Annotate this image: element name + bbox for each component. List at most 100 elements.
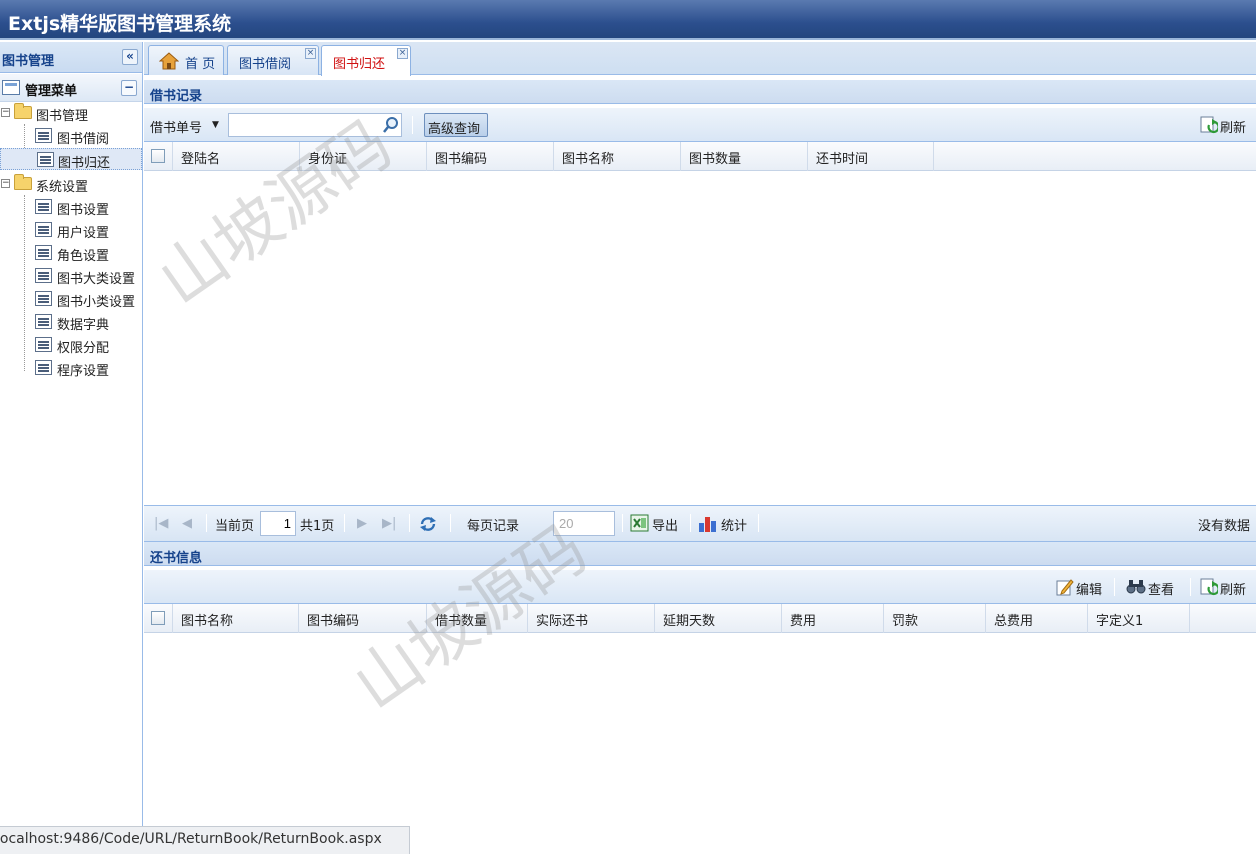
document-icon [37, 152, 54, 167]
document-icon [35, 222, 52, 237]
document-icon [35, 128, 52, 143]
refresh-button[interactable]: 刷新 [1198, 113, 1254, 137]
page-size-label: 每页记录 [467, 519, 520, 534]
tree-expander-icon[interactable]: − [1, 108, 10, 117]
column-header[interactable]: 借书数量 [427, 604, 528, 633]
previous-page-icon[interactable]: ◀ [182, 516, 192, 531]
column-header[interactable]: 实际还书 [528, 604, 655, 633]
borrow-number-search-input[interactable] [228, 113, 402, 137]
tree-item-program-settings[interactable]: 程序设置 [0, 357, 142, 379]
tree-expander-icon[interactable]: − [1, 179, 10, 188]
app-title: Extjs精华版图书管理系统 [8, 13, 232, 35]
window-icon [2, 80, 20, 95]
borrow-records-toolbar: 借书单号 ▼ 高级查询 刷新 [144, 108, 1256, 142]
borrow-records-title: 借书记录 [150, 89, 203, 104]
borrow-records-grid-body[interactable] [144, 171, 1256, 505]
close-icon[interactable]: × [397, 48, 408, 59]
close-icon[interactable]: × [305, 48, 316, 59]
column-header[interactable]: 总费用 [986, 604, 1088, 633]
column-header-label: 图书名称 [181, 614, 234, 629]
column-header-label: 图书数量 [689, 152, 742, 167]
column-header[interactable]: 登陆名 [173, 142, 300, 171]
app-window: Extjs精华版图书管理系统 图书管理 « 管理菜单 − − 图书管理 图书借阅… [0, 0, 1256, 854]
tree-node-label: 系统设置 [36, 180, 89, 195]
refresh-icon [1200, 578, 1218, 596]
tree-item-dictionary[interactable]: 数据字典 [0, 311, 142, 333]
column-header-label: 总费用 [994, 614, 1034, 629]
collapse-panel-button[interactable]: « [122, 49, 138, 65]
tree-item-label: 图书借阅 [57, 132, 110, 147]
toolbar-separator [1114, 578, 1115, 596]
advanced-search-button[interactable]: 高级查询 [424, 113, 488, 137]
dropdown-arrow-icon[interactable]: ▼ [212, 120, 219, 130]
tree-node-book-management[interactable]: − 图书管理 [0, 102, 142, 124]
first-page-icon[interactable]: |◀ [154, 516, 168, 531]
tree-node-system-settings[interactable]: − 系统设置 [0, 173, 142, 195]
statistics-button[interactable]: 统计 [698, 511, 752, 535]
total-pages-label: 共1页 [300, 519, 335, 534]
tree-item-book-settings[interactable]: 图书设置 [0, 196, 142, 218]
tab-book-borrow[interactable]: 图书借阅 × [227, 45, 319, 75]
tree-item-minor-category[interactable]: 图书小类设置 [0, 288, 142, 310]
folder-icon [14, 103, 32, 119]
column-header[interactable]: 图书名称 [554, 142, 681, 171]
app-header: Extjs精华版图书管理系统 [0, 0, 1256, 40]
tab-strip: 首 页 图书借阅 × 图书归还 × [144, 42, 1256, 76]
tab-label: 图书借阅 [239, 57, 292, 72]
toolbar-separator [1190, 578, 1191, 596]
select-all-checkbox[interactable] [151, 611, 165, 625]
tree-item-user-settings[interactable]: 用户设置 [0, 219, 142, 241]
last-page-icon[interactable]: ▶| [382, 516, 396, 531]
tree-item-permissions[interactable]: 权限分配 [0, 334, 142, 356]
menu-toggle-button[interactable]: − [121, 80, 137, 96]
column-header[interactable]: 费用 [782, 604, 884, 633]
column-header[interactable]: 图书编码 [299, 604, 427, 633]
column-header[interactable]: 图书数量 [681, 142, 808, 171]
west-panel-header: 图书管理 « [0, 42, 142, 73]
filter-field-dropdown[interactable]: 借书单号 [150, 117, 202, 136]
column-header[interactable]: 身份证 [300, 142, 427, 171]
page-size-input[interactable] [553, 511, 615, 536]
bar-chart-icon [699, 517, 716, 532]
tree-item-book-return[interactable]: 图书归还 [0, 148, 142, 171]
statistics-label: 统计 [721, 519, 748, 534]
tree-item-label: 权限分配 [57, 341, 110, 356]
view-button[interactable]: 查看 [1124, 575, 1180, 599]
select-all-checkbox[interactable] [151, 149, 165, 163]
column-header-label: 身份证 [308, 152, 348, 167]
return-info-grid-body[interactable] [144, 633, 1256, 854]
document-icon [35, 291, 52, 306]
tree-item-role-settings[interactable]: 角色设置 [0, 242, 142, 264]
export-button[interactable]: 导出 [630, 511, 684, 535]
column-header-label: 图书编码 [435, 152, 488, 167]
paging-status-text: 没有数据 [1197, 519, 1250, 534]
refresh-icon [1200, 116, 1218, 134]
refresh-button[interactable]: 刷新 [1198, 575, 1254, 599]
column-header[interactable]: 图书名称 [173, 604, 299, 633]
next-page-icon[interactable]: ▶ [357, 516, 367, 531]
tree-item-label: 图书归还 [58, 156, 111, 171]
column-header-label: 登陆名 [181, 152, 221, 167]
tree-item-major-category[interactable]: 图书大类设置 [0, 265, 142, 287]
tab-home[interactable]: 首 页 [148, 45, 224, 75]
menu-accordion-header[interactable]: 管理菜单 − [0, 74, 142, 102]
view-label: 查看 [1148, 583, 1175, 598]
tree-item-book-borrow[interactable]: 图书借阅 [0, 125, 142, 147]
tree-item-label: 图书小类设置 [57, 295, 136, 310]
column-header-label: 图书名称 [562, 152, 615, 167]
current-page-input[interactable] [260, 511, 296, 536]
reload-icon[interactable] [419, 515, 437, 533]
tab-book-return[interactable]: 图书归还 × [321, 45, 411, 76]
document-icon [35, 245, 52, 260]
column-header[interactable]: 图书编码 [427, 142, 554, 171]
column-header[interactable]: 字定义1 [1088, 604, 1190, 633]
document-icon [35, 314, 52, 329]
column-header[interactable]: 罚款 [884, 604, 986, 633]
search-icon[interactable] [382, 116, 400, 134]
edit-button[interactable]: 编辑 [1054, 575, 1108, 599]
column-header-label: 还书时间 [816, 152, 869, 167]
column-header[interactable]: 延期天数 [655, 604, 782, 633]
document-icon [35, 268, 52, 283]
excel-export-icon [630, 514, 649, 532]
column-header[interactable]: 还书时间 [808, 142, 934, 171]
